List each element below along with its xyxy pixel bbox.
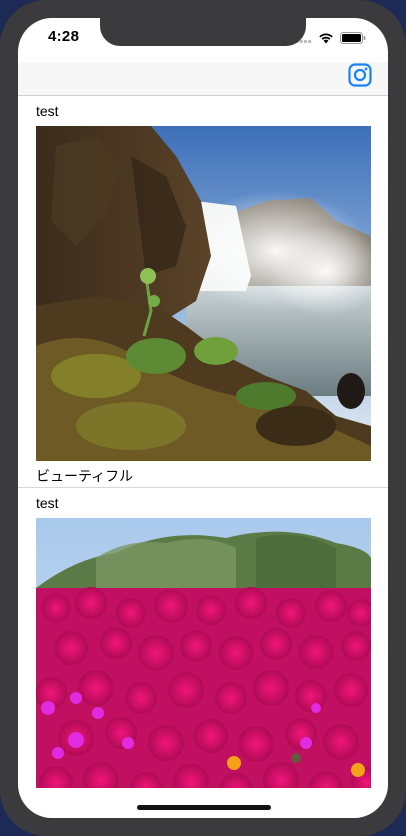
home-indicator[interactable] bbox=[137, 805, 271, 810]
post-username: test bbox=[36, 103, 59, 119]
waterfall-photo[interactable] bbox=[36, 126, 371, 461]
app-screen: 4:28 test ビューティフル test bbox=[18, 18, 388, 818]
photo-feed[interactable]: test ビューティフル test bbox=[18, 96, 388, 818]
flowers-photo[interactable] bbox=[36, 518, 371, 818]
wifi-icon bbox=[318, 31, 334, 49]
feed-post: test bbox=[18, 96, 388, 488]
device-notch bbox=[100, 18, 306, 46]
post-caption: ビューティフル bbox=[18, 461, 388, 488]
navigation-bar bbox=[18, 62, 388, 96]
status-icons bbox=[295, 31, 366, 49]
status-time: 4:28 bbox=[48, 28, 80, 45]
bottom-safe-area bbox=[18, 788, 388, 818]
post-username: test bbox=[36, 495, 59, 511]
camera-icon[interactable] bbox=[348, 63, 372, 87]
feed-post: test bbox=[18, 488, 388, 818]
battery-icon bbox=[340, 31, 366, 49]
